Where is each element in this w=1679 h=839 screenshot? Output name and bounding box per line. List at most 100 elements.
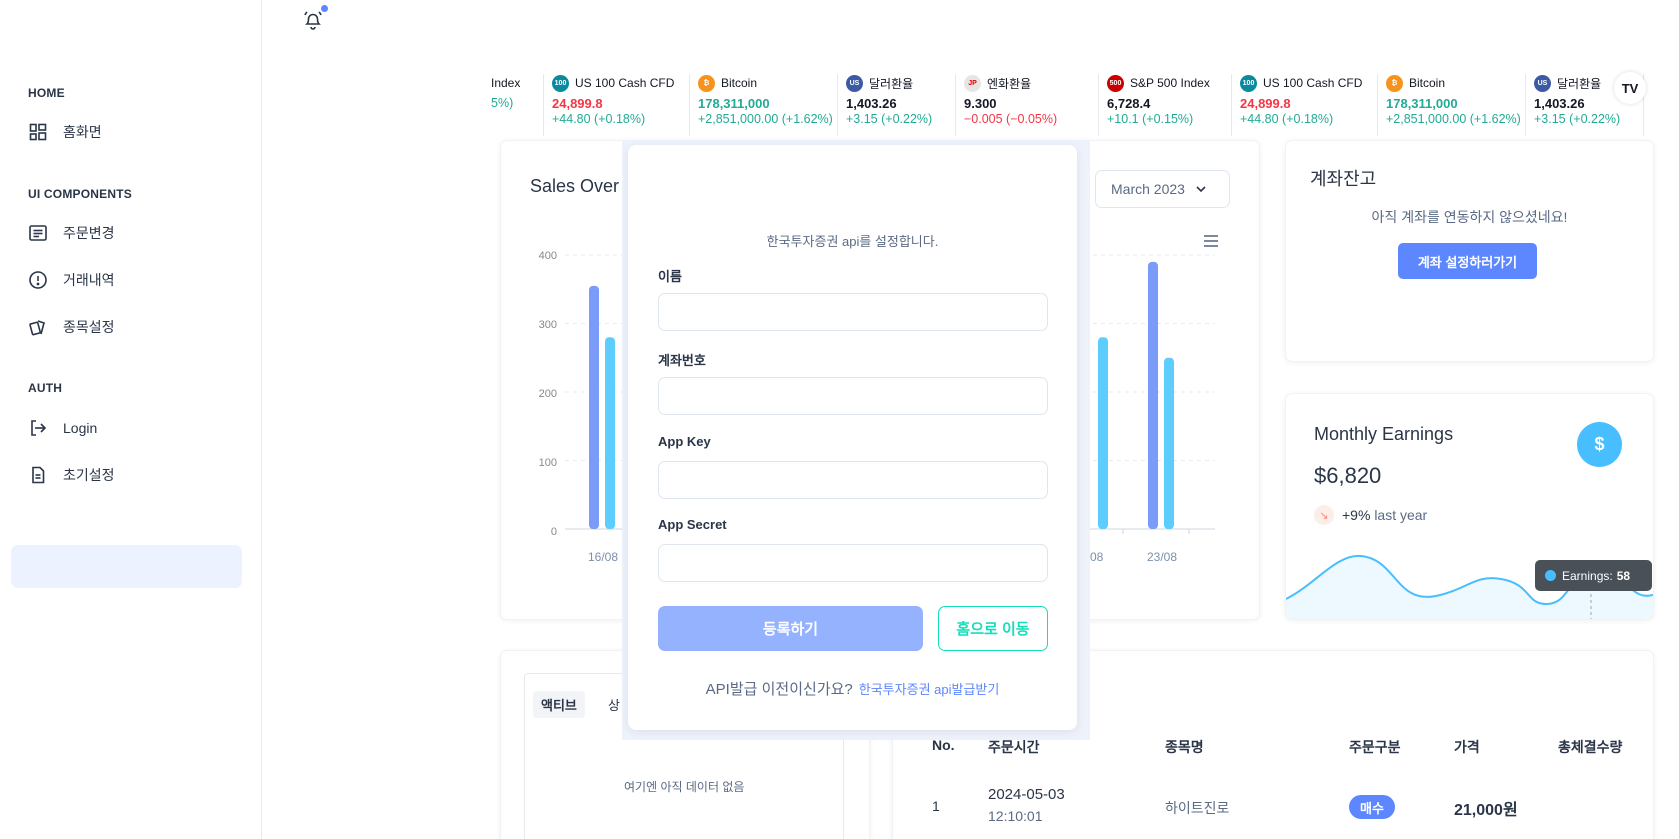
earnings-pct: +9% <box>1342 507 1371 523</box>
sidebar-item-history[interactable]: 거래내역 <box>28 266 115 294</box>
arrow-down-right-icon: ↘ <box>1314 505 1334 525</box>
notification-dot <box>321 5 328 12</box>
sidebar-item-symbol-settings[interactable]: 종목설정 <box>28 313 115 341</box>
login-icon <box>28 418 48 438</box>
sidebar-item-order-change[interactable]: 주문변경 <box>28 219 115 247</box>
table-cell-price: 21,000원 <box>1454 802 1518 819</box>
chart-bar[interactable] <box>589 285 599 529</box>
tab-other[interactable]: 상 <box>608 695 620 714</box>
ticker-item[interactable]: ₿ Bitcoin 178,311,000 +2,851,000.00 (+1.6… <box>690 74 838 136</box>
sp500-logo-icon: 500 <box>1107 74 1124 92</box>
nav-section-ui-components: UI COMPONENTS <box>28 187 132 201</box>
app-key-label: App Key <box>658 434 711 449</box>
alert-circle-icon <box>28 270 48 290</box>
account-setup-button[interactable]: 계좌 설정하러가기 <box>1398 243 1537 279</box>
ticker-name: US 100 Cash CFD <box>1263 76 1363 90</box>
chart-bar[interactable] <box>1148 261 1158 529</box>
y-tick-label: 0 <box>550 526 557 538</box>
chart-bar[interactable] <box>1164 357 1174 529</box>
account-number-label: 계좌번호 <box>658 353 706 368</box>
account-balance-title: 계좌잔고 <box>1310 169 1377 189</box>
bell-icon[interactable] <box>302 9 324 31</box>
ticker-item[interactable]: 500 S&P 500 Index 6,728.4 +10.1 (+0.15%) <box>1099 74 1232 136</box>
ticker-item[interactable]: US 달러환율 1,403.26 +3.15 (+0.22%) <box>838 74 956 136</box>
table-header-qty: 총체결수량 <box>1558 739 1623 755</box>
ticker-item[interactable]: 100 US 100 Cash CFD 24,899.8 +44.80 (+0.1… <box>544 74 690 136</box>
chevron-down-icon <box>1196 186 1206 193</box>
chart-bar[interactable] <box>605 337 615 529</box>
sidebar-item-label: 종목설정 <box>63 319 115 335</box>
dollar-icon: $ <box>1577 422 1622 467</box>
sidebar-item-login[interactable]: Login <box>28 414 97 442</box>
month-select[interactable]: March 2023 <box>1095 170 1230 208</box>
ticker-change: +44.80 (+0.18%) <box>552 112 646 126</box>
ticker-change: +10.1 (+0.15%) <box>1107 112 1194 126</box>
sidebar-item-home[interactable]: 홈화면 <box>28 118 102 146</box>
table-cell-name: 하이트진로 <box>1165 800 1230 816</box>
empty-message: 여기엔 아직 데이터 없음 <box>624 780 745 794</box>
ticker-price: 1,403.26 <box>846 96 897 111</box>
name-label: 이름 <box>658 269 682 284</box>
api-setup-modal: 한국투자증권 api를 설정합니다. 이름 계좌번호 App Key App S… <box>628 145 1077 730</box>
ticker-tape[interactable]: Index 5%) 100 US 100 Cash CFD 24,899.8 +4… <box>491 74 1679 136</box>
sidebar: HOME 홈화면 UI COMPONENTS 주문변경 거래내역 종목설정 AU… <box>0 0 262 839</box>
sidebar-item-label: 거래내역 <box>63 272 115 288</box>
y-tick-label: 100 <box>538 457 557 469</box>
ticker-price: 24,899.8 <box>1240 96 1291 111</box>
list-icon <box>28 223 48 243</box>
account-number-input[interactable] <box>658 377 1048 415</box>
modal-subtitle: 한국투자증권 api를 설정합니다. <box>766 234 939 249</box>
app-key-input[interactable] <box>658 461 1048 499</box>
tradingview-logo-icon[interactable]: TV <box>1614 72 1646 104</box>
bitcoin-logo-icon: ₿ <box>1386 74 1403 92</box>
bitcoin-logo-icon: ₿ <box>698 74 715 92</box>
ticker-item[interactable]: JP 엔화환율 9.300 −0.005 (−0.05%) <box>956 74 1099 136</box>
ticker-name: 엔화환율 <box>987 76 1032 91</box>
ticker-name: Index <box>491 76 521 90</box>
api-issue-link[interactable]: 한국투자증권 api발급받기 <box>859 682 1000 697</box>
y-tick-label: 200 <box>538 388 557 400</box>
table-header-price: 가격 <box>1454 739 1480 755</box>
ticker-price: 24,899.8 <box>552 96 603 111</box>
name-input[interactable] <box>658 293 1048 331</box>
table-cell-no: 1 <box>932 798 940 814</box>
tab-active[interactable]: 액티브 <box>533 691 585 718</box>
x-tick-label: 23/08 <box>1147 550 1178 564</box>
app-secret-input[interactable] <box>658 544 1048 582</box>
register-button[interactable]: 등록하기 <box>658 606 923 651</box>
file-icon <box>28 465 48 485</box>
ticker-change: +2,851,000.00 (+1.62%) <box>698 112 833 126</box>
ticker-name: S&P 500 Index <box>1130 76 1210 90</box>
go-home-button[interactable]: 홈으로 이동 <box>938 606 1048 651</box>
modal-footer: API발급 이전이신가요? 한국투자증권 api발급받기 <box>628 678 1077 699</box>
sidebar-active-highlight[interactable] <box>11 545 242 588</box>
sidebar-item-label: 홈화면 <box>63 124 102 140</box>
chart-bar[interactable] <box>1098 337 1108 529</box>
ticker-change: +3.15 (+0.22%) <box>1534 112 1621 126</box>
sidebar-item-label: 초기설정 <box>63 467 115 483</box>
ticker-item[interactable]: Index 5%) <box>491 74 544 136</box>
earnings-tooltip: Earnings: 58 <box>1535 560 1652 591</box>
order-type-badge: 매수 <box>1349 795 1395 819</box>
table-header-time: 주문시간 <box>988 739 1040 755</box>
ticker-item[interactable]: ₿ Bitcoin 178,311,000 +2,851,000.00 (+1.6… <box>1378 74 1526 136</box>
tooltip-label: Earnings: <box>1562 568 1613 583</box>
ticker-item[interactable]: 100 US 100 Cash CFD 24,899.8 +44.80 (+0.1… <box>1232 74 1378 136</box>
footer-text: API발급 이전이신가요? <box>705 681 853 698</box>
us100-logo-icon: 100 <box>1240 74 1257 92</box>
ticker-name: Bitcoin <box>1409 76 1446 90</box>
nav-section-home: HOME <box>28 86 65 100</box>
y-tick-label: 400 <box>538 250 557 262</box>
app-root: HOME 홈화면 UI COMPONENTS 주문변경 거래내역 종목설정 AU… <box>0 0 1679 839</box>
sidebar-item-initial-settings[interactable]: 초기설정 <box>28 461 115 489</box>
table-header-type: 주문구분 <box>1349 739 1401 755</box>
table-header-name: 종목명 <box>1165 739 1204 755</box>
sidebar-item-label: 주문변경 <box>63 225 115 241</box>
tooltip-value: 58 <box>1616 568 1631 583</box>
ticker-change: +2,851,000.00 (+1.62%) <box>1386 112 1521 126</box>
nav-section-auth: AUTH <box>28 381 63 395</box>
earnings-change: +9% last year <box>1342 507 1427 523</box>
ticker-change: +3.15 (+0.22%) <box>846 112 933 126</box>
ticker-price: 178,311,000 <box>1386 96 1458 111</box>
cards-icon <box>28 317 48 337</box>
